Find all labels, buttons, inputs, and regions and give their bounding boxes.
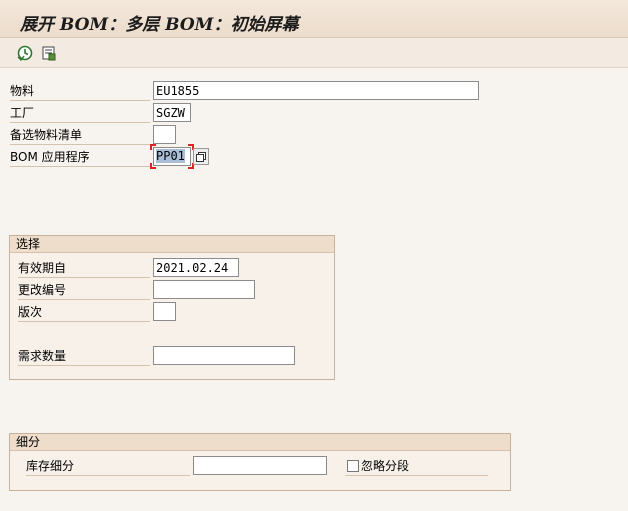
divider (10, 122, 150, 123)
change-number-input[interactable] (153, 280, 255, 299)
bom-application-label: BOM 应用程序 (10, 150, 90, 164)
change-number-label: 更改编号 (18, 283, 67, 297)
ignore-segment-label: 忽略分段 (361, 459, 410, 473)
storage-breakdown-label: 库存细分 (26, 459, 75, 473)
divider (345, 475, 488, 476)
plant-label: 工厂 (10, 106, 35, 120)
divider (18, 365, 150, 366)
value-help-icon (196, 151, 206, 162)
required-quantity-input[interactable] (153, 346, 295, 365)
alt-bom-input[interactable] (153, 125, 176, 144)
divider (10, 100, 150, 101)
divider (10, 144, 150, 145)
required-quantity-label: 需求数量 (18, 349, 67, 363)
valid-from-input[interactable] (153, 258, 239, 277)
selection-group-title: 选择 (10, 236, 334, 253)
divider (26, 475, 190, 476)
storage-breakdown-input[interactable] (193, 456, 327, 475)
breakdown-group-title: 细分 (10, 434, 510, 451)
valid-from-label: 有效期自 (18, 261, 67, 275)
plant-input[interactable] (153, 103, 191, 122)
page-title: 展开 BOM：多层 BOM：初始屏幕 (20, 15, 299, 35)
ignore-segment-checkbox[interactable] (347, 460, 359, 472)
focus-marker (150, 144, 156, 150)
value-help-button[interactable] (193, 148, 209, 165)
focus-marker (150, 163, 156, 169)
material-input[interactable] (153, 81, 479, 100)
alt-bom-label: 备选物料清单 (10, 128, 83, 142)
application-toolbar (0, 38, 628, 68)
divider (10, 166, 150, 167)
divider (18, 321, 150, 322)
execute-clock-icon[interactable] (16, 44, 34, 62)
get-variant-icon[interactable] (40, 44, 58, 62)
revision-input[interactable] (153, 302, 176, 321)
bom-application-value: PP01 (156, 149, 185, 163)
material-label: 物料 (10, 84, 35, 98)
revision-label: 版次 (18, 305, 43, 319)
bom-application-input[interactable]: PP01 (153, 147, 191, 166)
title-bar: 展开 BOM：多层 BOM：初始屏幕 (0, 0, 628, 38)
divider (18, 299, 150, 300)
divider (18, 277, 150, 278)
